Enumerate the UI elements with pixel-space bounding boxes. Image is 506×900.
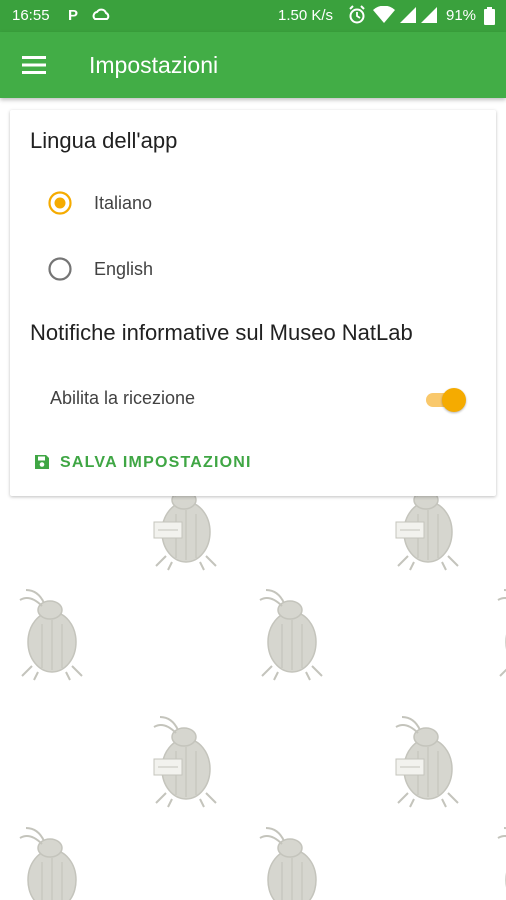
notifications-row: Abilita la ricezione: [48, 378, 468, 418]
battery-icon: [484, 7, 495, 25]
language-option-italiano[interactable]: Italiano: [48, 183, 348, 223]
notifications-toggle[interactable]: [424, 386, 468, 412]
notifications-toggle-label: Abilita la ricezione: [50, 388, 196, 408]
battery-percent: 91%: [446, 7, 477, 24]
settings-card: Lingua dell'app Italiano English Notific…: [10, 110, 496, 496]
notifications-heading: Notifiche informative sul Museo NatLab: [30, 320, 413, 345]
wifi-icon: [373, 6, 395, 23]
radio-unselected-icon[interactable]: [48, 257, 72, 281]
signal-icon: [421, 7, 437, 23]
menu-icon[interactable]: [22, 54, 48, 76]
cloud-icon: [92, 8, 110, 20]
language-option-label: Italiano: [94, 193, 153, 213]
radio-selected-icon[interactable]: [48, 191, 72, 215]
save-icon: [35, 455, 49, 469]
save-button-label: SALVA IMPOSTAZIONI: [60, 454, 252, 471]
alarm-icon: [349, 5, 365, 24]
status-time: 16:55: [12, 7, 50, 24]
language-option-english[interactable]: English: [48, 249, 348, 289]
network-speed: 1.50 K/s: [278, 7, 334, 24]
signal-icon: [400, 7, 416, 23]
page-title: Impostazioni: [89, 52, 219, 78]
app-bar: Impostazioni: [0, 32, 506, 98]
toggle-thumb: [442, 388, 466, 412]
language-heading: Lingua dell'app: [30, 128, 178, 153]
language-option-label: English: [94, 259, 154, 279]
p-icon: P: [68, 7, 79, 24]
status-bar: 16:55 P 1.50 K/s 91%: [0, 0, 506, 32]
